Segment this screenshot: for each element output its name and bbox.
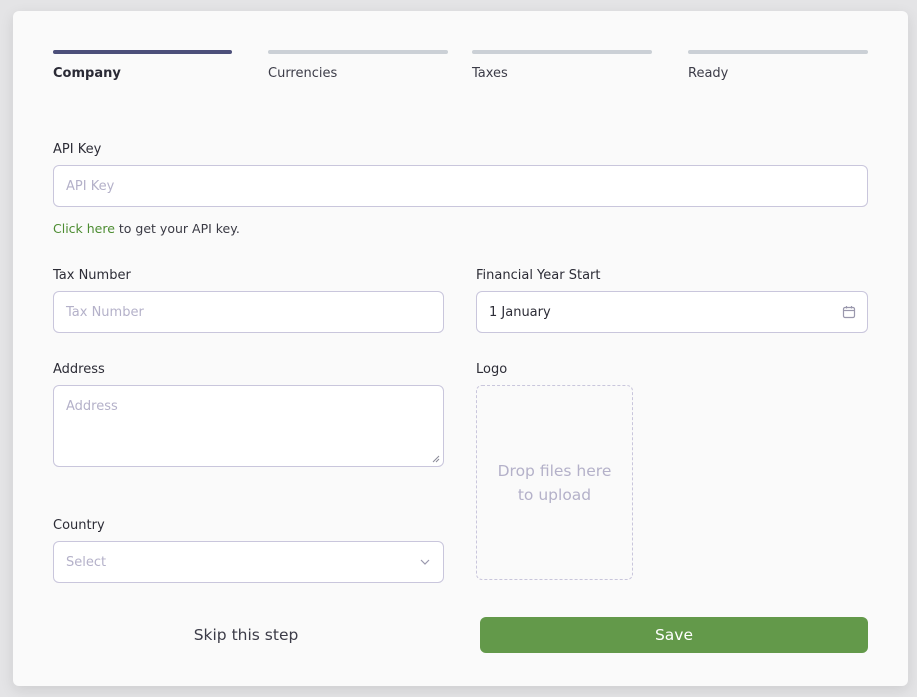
skip-step-button[interactable]: Skip this step [153, 617, 339, 653]
logo-dropzone[interactable]: Drop files here to upload [476, 385, 633, 580]
step-taxes[interactable]: Taxes [472, 50, 652, 81]
api-key-input[interactable]: API Key [53, 165, 868, 207]
financial-year-value: 1 January [489, 304, 551, 320]
step-progress-bar [268, 50, 448, 54]
calendar-icon[interactable] [842, 305, 856, 319]
step-progress-bar [53, 50, 232, 54]
country-placeholder: Select [66, 554, 107, 570]
get-api-key-link[interactable]: Click here [53, 221, 115, 236]
setup-wizard-card: Company Currencies Taxes Ready API Key A… [13, 11, 908, 686]
step-label: Currencies [268, 66, 338, 81]
wizard-steps: Company Currencies Taxes Ready [53, 50, 868, 90]
api-key-label: API Key [53, 142, 102, 157]
step-company[interactable]: Company [53, 50, 232, 81]
financial-year-label: Financial Year Start [476, 268, 601, 283]
financial-year-input[interactable]: 1 January [476, 291, 868, 333]
tax-number-input[interactable]: Tax Number [53, 291, 444, 333]
address-placeholder: Address [66, 399, 118, 414]
step-label: Taxes [472, 66, 508, 81]
tax-number-placeholder: Tax Number [66, 304, 144, 320]
address-label: Address [53, 362, 105, 377]
dropzone-text: Drop files here to upload [497, 461, 612, 504]
tax-number-label: Tax Number [53, 268, 131, 283]
country-select[interactable]: Select [53, 541, 444, 583]
step-ready[interactable]: Ready [688, 50, 868, 81]
step-progress-bar [472, 50, 652, 54]
api-key-helper: Click here to get your API key. [53, 221, 240, 236]
country-label: Country [53, 518, 105, 533]
chevron-down-icon [420, 559, 430, 565]
api-key-placeholder: API Key [66, 178, 115, 194]
api-key-helper-text: to get your API key. [114, 221, 240, 236]
step-currencies[interactable]: Currencies [268, 50, 448, 81]
step-label: Ready [688, 66, 729, 81]
step-progress-bar [688, 50, 868, 54]
logo-label: Logo [476, 362, 508, 377]
address-textarea[interactable]: Address [53, 385, 444, 467]
resize-handle-icon[interactable] [432, 455, 440, 463]
step-label: Company [53, 66, 121, 81]
save-button[interactable]: Save [480, 617, 868, 653]
